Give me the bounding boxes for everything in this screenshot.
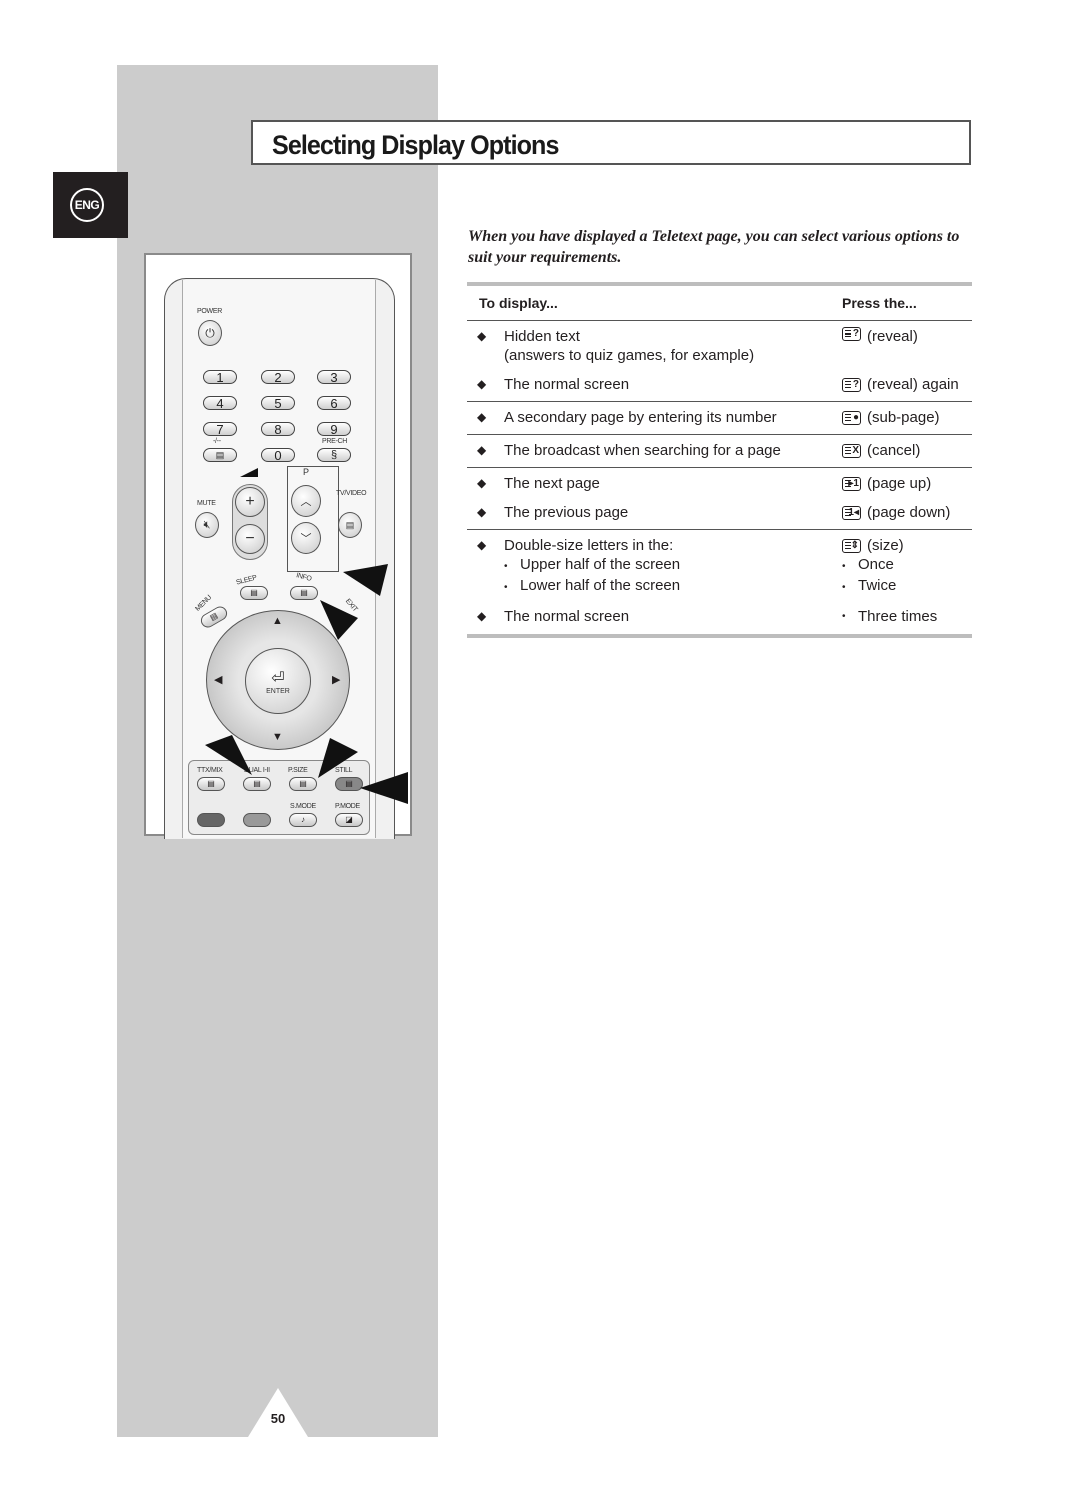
arrow-pointer-page <box>343 564 388 596</box>
arrow-pointer-exit <box>320 600 358 640</box>
page-number: 50 <box>270 1411 286 1426</box>
arrow-pointer-still <box>360 772 408 804</box>
arrow-pointer-psize <box>318 738 358 778</box>
arrow-pointer-dualhi <box>205 735 252 775</box>
pointer-arrows <box>205 564 408 804</box>
